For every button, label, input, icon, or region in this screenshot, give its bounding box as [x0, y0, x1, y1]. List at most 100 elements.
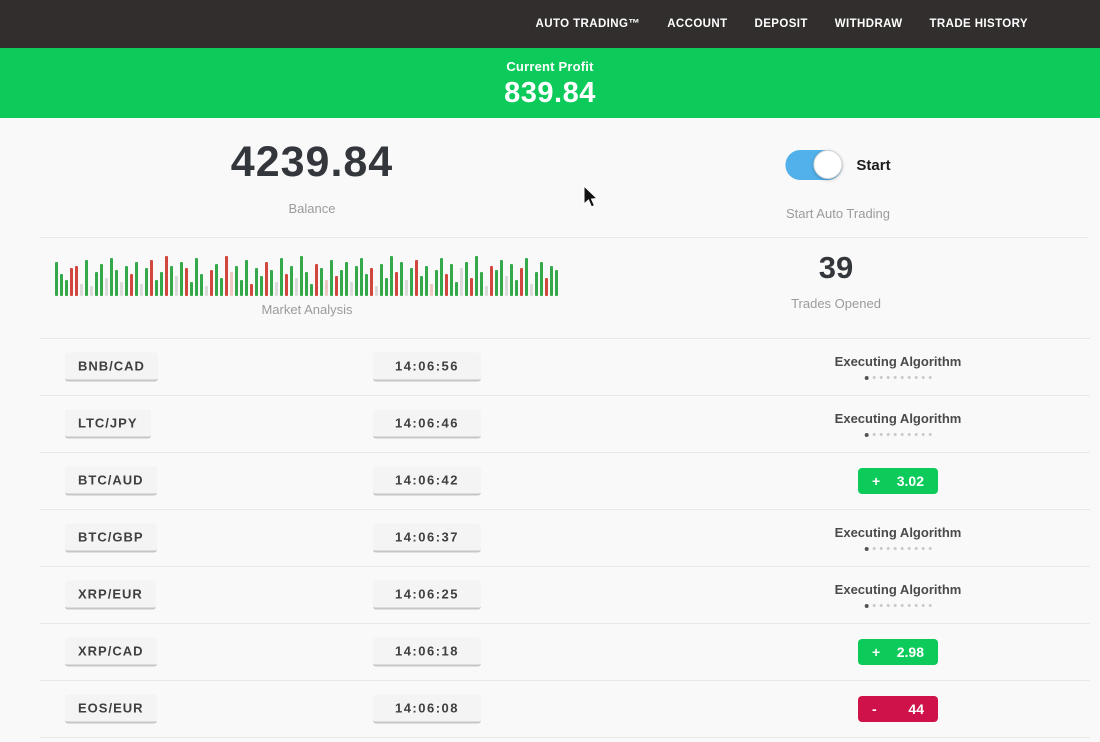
current-profit-value: 839.84 [0, 77, 1100, 110]
chart-bar [395, 272, 398, 296]
trades-opened-value: 39 [819, 250, 853, 286]
nav-item-account[interactable]: ACCOUNT [667, 18, 727, 30]
toggle-knob-icon [813, 150, 842, 179]
time-badge: 14:06:37 [373, 523, 481, 552]
chart-bar [505, 276, 508, 296]
chart-bar [465, 262, 468, 296]
table-row: BTC/AUD14:06:42+3.02 [0, 452, 1100, 509]
chart-bar [185, 268, 188, 296]
chart-bar [290, 266, 293, 296]
status-cell: +3.02 [858, 468, 938, 494]
chart-bar [370, 268, 373, 296]
nav-item-trade-history[interactable]: TRADE HISTORY [930, 18, 1029, 30]
progress-dot [893, 547, 896, 550]
progress-dot [907, 433, 910, 436]
executing-algorithm-label: Executing Algorithm [835, 354, 962, 369]
chart-bar [315, 264, 318, 296]
mouse-cursor [583, 186, 599, 210]
chart-bar [300, 256, 303, 296]
progress-dot [886, 376, 889, 379]
progress-dot [921, 547, 924, 550]
chart-bar [495, 270, 498, 296]
time-badge: 14:06:46 [373, 409, 481, 438]
chart-bar [70, 268, 73, 296]
chart-bar [525, 258, 528, 296]
status-cell: Executing Algorithm [835, 411, 962, 437]
chart-bar [295, 278, 298, 296]
start-label: Start [856, 157, 890, 174]
stats-row-market: Market Analysis 39 Trades Opened [0, 238, 1100, 338]
chart-bar [450, 264, 453, 296]
progress-dot [893, 433, 896, 436]
chart-bar [155, 280, 158, 296]
chart-bar [430, 284, 433, 296]
pair-badge: EOS/EUR [65, 694, 157, 723]
chart-bar [150, 260, 153, 296]
auto-trading-toggle[interactable] [785, 150, 842, 180]
progress-dot [900, 376, 903, 379]
progress-dot [872, 433, 875, 436]
chart-bar [120, 282, 123, 296]
table-row: XRP/CAD14:06:18+2.98 [0, 623, 1100, 680]
chart-bar [240, 280, 243, 296]
result-value: 3.02 [897, 473, 924, 489]
progress-dot [864, 604, 868, 608]
table-row: XRP/EUR14:06:25Executing Algorithm [0, 566, 1100, 623]
chart-bar [210, 270, 213, 296]
chart-bar [500, 260, 503, 296]
chart-bar [170, 266, 173, 296]
current-profit-label: Current Profit [0, 59, 1100, 74]
nav-item-auto-trading[interactable]: AUTO TRADING™ [536, 18, 641, 30]
chart-bar [135, 262, 138, 296]
chart-bar [175, 276, 178, 296]
chart-bar [265, 262, 268, 296]
chart-bar [255, 268, 258, 296]
progress-dot [900, 604, 903, 607]
pair-badge: BTC/AUD [65, 466, 157, 495]
executing-algorithm-label: Executing Algorithm [835, 582, 962, 597]
balance-block: 4239.84 Balance [231, 138, 393, 216]
chart-bar [455, 282, 458, 296]
divider [0, 737, 1100, 738]
time-badge: 14:06:08 [373, 694, 481, 723]
result-value: 2.98 [897, 644, 924, 660]
chart-bar [485, 286, 488, 296]
progress-dot [886, 547, 889, 550]
chart-bar [440, 258, 443, 296]
chart-bar [345, 262, 348, 296]
chart-bar [355, 266, 358, 296]
chart-bar [160, 272, 163, 296]
status-cell: +2.98 [858, 639, 938, 665]
chart-bar [195, 258, 198, 296]
nav-item-deposit[interactable]: DEPOSIT [755, 18, 808, 30]
chart-bar [365, 274, 368, 296]
progress-dot [872, 604, 875, 607]
chart-bar [350, 282, 353, 296]
progress-dots [835, 433, 962, 437]
chart-bar [270, 270, 273, 296]
chart-bar [460, 268, 463, 296]
chart-bar [230, 272, 233, 296]
chart-bar [90, 286, 93, 296]
chart-bar [110, 258, 113, 296]
progress-dots [835, 547, 962, 551]
progress-dot [886, 433, 889, 436]
progress-dot [900, 433, 903, 436]
table-row: BTC/GBP14:06:37Executing Algorithm [0, 509, 1100, 566]
progress-dot [921, 604, 924, 607]
progress-dot [893, 376, 896, 379]
trades-opened-label: Trades Opened [791, 296, 881, 311]
chart-bar [280, 258, 283, 296]
chart-bar [545, 278, 548, 296]
chart-bar [130, 274, 133, 296]
progress-dot [864, 547, 868, 551]
chart-bar [390, 256, 393, 296]
nav-item-withdraw[interactable]: WITHDRAW [835, 18, 903, 30]
chart-bar [245, 260, 248, 296]
chart-bar [60, 274, 63, 296]
progress-dot [900, 547, 903, 550]
chart-bar [200, 274, 203, 296]
chart-bar [360, 258, 363, 296]
chart-bar [220, 278, 223, 296]
status-cell: Executing Algorithm [835, 582, 962, 608]
